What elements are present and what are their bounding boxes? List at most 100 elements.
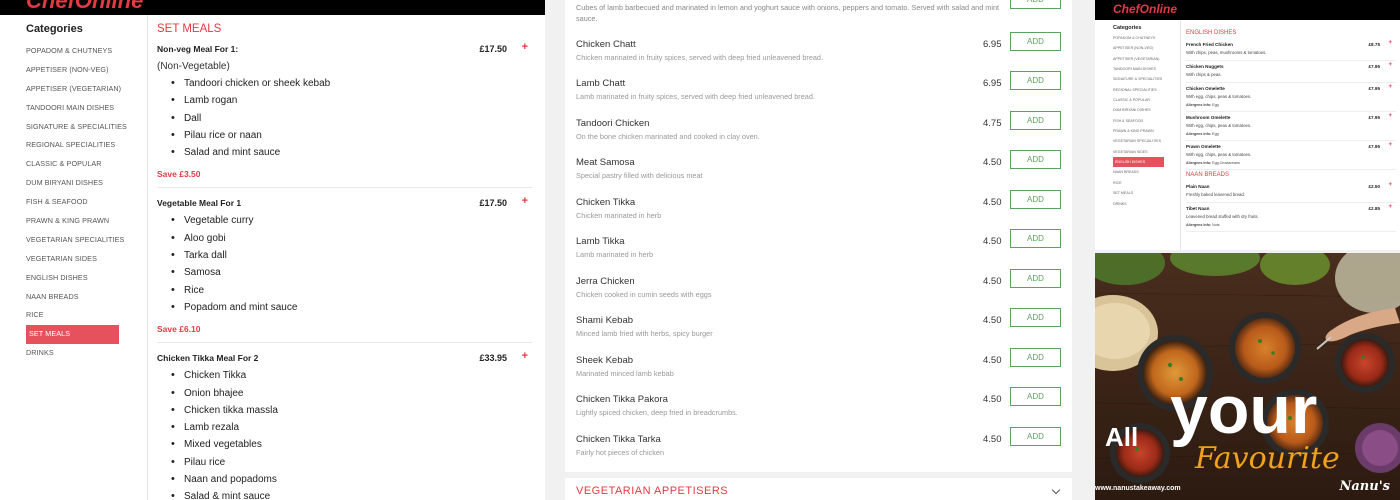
sidebar-category-item[interactable]: PRAWN & KING PRAWN <box>26 212 147 231</box>
sidebar-category-item[interactable]: SIGNATURE & SPECIALITIES <box>1113 74 1180 84</box>
add-plus-icon[interactable]: + <box>1388 113 1392 120</box>
add-button[interactable]: ADD <box>1010 387 1061 407</box>
sidebar-category-item[interactable]: REGIONAL SPECIALITIES <box>26 136 147 155</box>
item-description: With egg, chips, peas & tomatoes. <box>1186 123 1252 128</box>
menu-item: Chicken Omelette £7.95 + With egg, chips, p… <box>1186 83 1396 112</box>
sidebar-category-item[interactable]: CLASSIC & POPULAR <box>26 155 147 174</box>
sidebar-category-item[interactable]: RICE <box>1113 178 1180 188</box>
header-bar: ChefOnline <box>0 0 545 15</box>
item-description: Leavened bread stuffed with dry fruits. <box>1186 214 1259 219</box>
item-price: £7.95 <box>1368 115 1381 120</box>
sidebar-category-item[interactable]: DUM BIRYANI DISHES <box>26 174 147 193</box>
sidebar-category-item[interactable]: APPETISER (NON-VEG) <box>1113 43 1180 53</box>
add-button[interactable]: ADD <box>1010 347 1061 367</box>
meal-content-item: Salad and mint sauce <box>171 144 532 162</box>
sidebar-category-item[interactable]: VEGETARIAN SPECIALITIES <box>26 231 147 250</box>
sidebar-category-item[interactable]: SET MEALS <box>1113 188 1180 198</box>
meal-subtitle: (Non-Vegetable) <box>157 61 230 72</box>
meal-contents-list: Chicken TikkaOnion bhajeeChicken tikka m… <box>157 367 532 500</box>
promo-banner: All your Favourite www.nanustakeaway.com… <box>1095 253 1400 500</box>
sidebar-category-item[interactable]: VEGETARIAN SIDES <box>1113 147 1180 157</box>
add-button[interactable]: ADD <box>1010 0 1061 9</box>
chefonline-logo[interactable]: ChefOnline <box>1113 2 1177 16</box>
sidebar-category-item[interactable]: FISH & SEAFOOD <box>1113 116 1180 126</box>
item-price: 4.75 <box>983 117 1002 129</box>
item-description: On the bone chicken marinated and cooked… <box>576 131 760 141</box>
sidebar-category-item[interactable]: DRINKS <box>1113 199 1180 209</box>
item-description: With egg, chips, peas & tomatoes. <box>1186 152 1252 157</box>
item-name: Prawn Omelette <box>1186 144 1221 149</box>
add-button[interactable]: ADD <box>1010 71 1061 91</box>
item-price: 4.50 <box>983 275 1002 287</box>
item-description: Fairly hot pieces of chicken <box>576 447 665 457</box>
item-name: Shami Kebab <box>576 315 634 327</box>
sidebar-category-item[interactable]: REGIONAL SPECIALITIES <box>1113 85 1180 95</box>
add-button[interactable]: ADD <box>1010 308 1061 328</box>
add-plus-icon[interactable]: + <box>522 39 528 55</box>
meal-content-item: Naan and popadoms <box>171 471 532 489</box>
add-button[interactable]: ADD <box>1010 150 1061 170</box>
item-price: 6.95 <box>983 39 1002 50</box>
chefonline-logo[interactable]: ChefOnline <box>26 0 143 14</box>
item-description: Lamb marinated in fruity spices, served … <box>576 92 815 102</box>
add-plus-icon[interactable]: + <box>1388 62 1392 69</box>
sidebar-category-item[interactable]: DUM BIRYANI DISHES <box>1113 105 1180 115</box>
sidebar-category-item[interactable]: NAAN BREADS <box>1113 167 1180 177</box>
item-name: Mushroom Omelette <box>1186 115 1231 120</box>
sidebar-category-item[interactable]: SET MEALS <box>26 325 119 345</box>
meal-price: £17.50 <box>479 198 507 209</box>
item-name: French Fried Chicken <box>1186 42 1233 47</box>
vegetarian-appetisers-header[interactable]: VEGETARIAN APPETISERS <box>565 478 1072 500</box>
menu-item: French Fried Chicken £8.75 + With chips, pe… <box>1186 39 1396 61</box>
meal-content-item: Chicken tikka massla <box>171 402 532 420</box>
add-plus-icon[interactable]: + <box>522 193 528 209</box>
menu-item-row: Jerra Chicken Chicken cooked in cumin see… <box>565 268 1072 316</box>
menu-item-row: Chicken Tikka Chicken marinated in herb 4.… <box>565 189 1072 237</box>
add-button[interactable]: ADD <box>1010 189 1061 209</box>
add-button[interactable]: ADD <box>1010 229 1061 249</box>
add-plus-icon[interactable]: + <box>1388 204 1392 211</box>
item-price: 4.50 <box>983 394 1002 406</box>
meal-content-item: Vegetable curry <box>171 212 532 230</box>
sidebar-category-item[interactable]: TANDOORI MAIN DISHES <box>1113 64 1180 74</box>
sidebar-category-item[interactable]: VEGETARIAN SPECIALITIES <box>1113 136 1180 146</box>
sidebar-category-item[interactable]: APPETISER (VEGETARIAN) <box>26 80 147 99</box>
item-price: 4.50 <box>983 433 1002 445</box>
add-plus-icon[interactable]: + <box>1388 40 1392 47</box>
sidebar-category-item[interactable]: SIGNATURE & SPECIALITIES <box>26 118 147 137</box>
item-description: Lamb marinated in herb <box>576 250 654 260</box>
item-description: Minced lamb fried with herbs, spicy burg… <box>576 329 713 339</box>
sidebar-category-item[interactable]: FISH & SEAFOOD <box>26 193 147 212</box>
sidebar-category-item[interactable]: PRAWN & KING PRAWN <box>1113 126 1180 136</box>
add-button[interactable]: ADD <box>1010 32 1061 51</box>
sidebar-category-item[interactable]: POPADOM & CHUTNEYS <box>26 42 147 61</box>
add-button[interactable]: ADD <box>1010 426 1061 446</box>
category-list: POPADOM & CHUTNEYS APPETISER (NON-VEG) APP… <box>0 42 147 363</box>
add-plus-icon[interactable]: + <box>1388 182 1392 189</box>
allergens-value: Egg <box>1212 132 1219 136</box>
add-button[interactable]: ADD <box>1010 268 1061 288</box>
sidebar-category-item[interactable]: ENGLISH DISHES <box>1113 157 1164 168</box>
add-plus-icon[interactable]: + <box>1388 142 1392 149</box>
sidebar-category-item[interactable]: APPETISER (NON-VEG) <box>26 61 147 80</box>
sidebar-category-item[interactable]: CLASSIC & POPULAR <box>1113 95 1180 105</box>
chevron-down-icon[interactable] <box>1051 485 1061 495</box>
sidebar-category-item[interactable]: TANDOORI MAIN DISHES <box>26 99 147 118</box>
add-plus-icon[interactable]: + <box>1388 84 1392 91</box>
sidebar-category-item[interactable]: ENGLISH DISHES <box>26 269 147 288</box>
sidebar-category-item[interactable]: APPETISER (VEGETARIAN) <box>1113 54 1180 64</box>
sidebar-category-item[interactable]: VEGETARIAN SIDES <box>26 250 147 269</box>
item-name: Sheek Kebab <box>576 354 634 366</box>
item-price: 6.95 <box>983 78 1002 90</box>
sidebar-category-item[interactable]: DRINKS <box>26 344 147 363</box>
sidebar-category-item[interactable]: POPADOM & CHUTNEYS <box>1113 33 1180 43</box>
sidebar-category-item[interactable]: NAAN BREADS <box>26 288 147 307</box>
meal-content-item: Samosa <box>171 264 532 282</box>
meal-name: Chicken Tikka Meal For 2 <box>157 353 259 364</box>
menu-item-row: Lamb Chatt Lamb marinated in fruity spice… <box>565 71 1072 118</box>
add-button[interactable]: ADD <box>1010 110 1061 130</box>
add-plus-icon[interactable]: + <box>522 348 528 364</box>
sidebar-category-item[interactable]: RICE <box>26 306 147 325</box>
item-name: Chicken Tikka Tarka <box>576 433 661 445</box>
item-name: Chicken Omelette <box>1186 86 1225 91</box>
